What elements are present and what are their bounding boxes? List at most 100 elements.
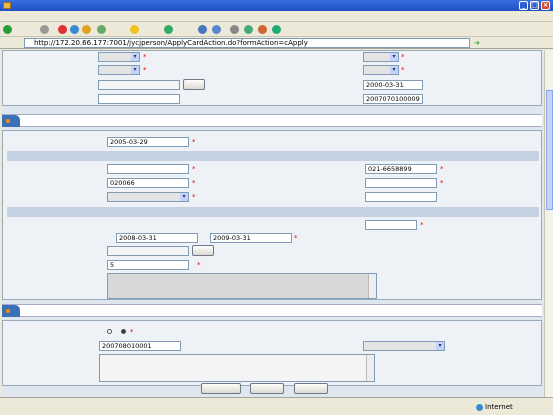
vertical-scrollbar[interactable] [544,50,553,397]
history-button[interactable] [198,24,208,35]
tech-title-field[interactable] [98,80,180,90]
required-mark: * [294,234,298,242]
history-icon [198,24,207,34]
cert-type-select[interactable] [363,341,445,351]
go-arrow-icon: ➔ [474,39,480,47]
hire-from-field[interactable]: 2008-03-31 [116,233,198,243]
go-button[interactable]: ➔ [474,39,480,47]
talent-yes-radio[interactable] [107,329,112,334]
mail-button[interactable] [212,24,222,35]
ie-icon [3,2,11,9]
choose-title-button[interactable] [183,79,205,90]
original-unit-band [7,151,539,161]
address-input[interactable]: http://172.20.66.177:7001/jycjperson/App… [24,38,470,48]
print-icon [230,24,239,34]
required-mark: * [143,53,147,61]
save-button[interactable] [250,383,284,394]
forward-button[interactable] [40,24,50,35]
maximize-button[interactable]: □ [530,1,539,10]
zone-label: Internet [485,403,513,411]
original-unit-field[interactable] [107,164,189,174]
expertise-cert-number-field[interactable]: 200708010001 [99,341,181,351]
major-field[interactable] [107,246,189,256]
required-mark: * [420,221,424,229]
required-mark: * [192,193,196,201]
original-post-field[interactable] [365,178,437,188]
print-button[interactable] [230,24,240,35]
minimize-button[interactable]: _ [519,1,528,10]
refresh-button[interactable] [70,24,80,35]
hire-to-field[interactable]: 2009-03-31 [210,233,292,243]
years-in-major-field[interactable]: 5 [107,260,189,270]
window-titlebar: _ □ × [0,0,553,11]
foreign-language-2-select[interactable] [98,65,140,75]
required-mark: * [440,179,444,187]
work-start-date-field[interactable]: 2005-03-29 [107,137,189,147]
proficiency-1-select[interactable] [363,52,399,62]
work-unit-section-header [2,114,542,127]
refresh-icon [70,24,79,34]
toolbar [0,22,553,37]
expertise-section-header [2,304,542,317]
search-icon [97,24,106,34]
hiring-unit-band [7,207,539,217]
forward-arrow-icon [40,24,49,34]
required-mark: * [197,261,201,269]
media-button[interactable] [164,24,174,35]
original-area-select[interactable] [107,192,189,202]
scrollbar-thumb[interactable] [546,90,553,210]
cert-org-field[interactable] [98,94,180,104]
foreign-language-1-select[interactable] [98,52,140,62]
required-mark: * [401,66,405,74]
current-post-field[interactable] [365,220,417,230]
required-mark: * [440,165,444,173]
issue-date-field[interactable]: 2000-03-31 [363,80,423,90]
required-mark: * [192,179,196,187]
edit-button[interactable] [244,24,254,35]
required-mark: * [143,66,147,74]
mail-icon [212,24,221,34]
messenger-icon [272,24,281,34]
globe-icon [476,403,483,411]
original-address-field[interactable] [365,192,437,202]
expertise-form: * 200708010001 [2,320,542,386]
required-mark: * [192,165,196,173]
stop-button[interactable] [58,24,68,35]
required-mark: * [130,328,134,336]
postcode-field[interactable]: 020066 [107,178,189,188]
phone-field[interactable]: 021-6658899 [365,164,437,174]
address-bar: http://172.20.66.177:7001/jycjperson/App… [0,37,553,49]
menu-bar [0,11,553,22]
back-button-form[interactable] [294,383,328,394]
favorites-button[interactable] [130,24,140,35]
work-unit-section-title [2,115,20,127]
messenger-button[interactable] [272,24,282,35]
required-mark: * [192,138,196,146]
cert-number-field[interactable]: 2007070100009 [363,94,423,104]
stop-icon [58,24,67,34]
language-skills-form: * * * * 2000-03-31 2007070100009 [2,50,542,106]
upload-photo-button[interactable] [201,383,241,394]
expertise-section-title [2,305,20,317]
proficiency-2-select[interactable] [363,65,399,75]
security-zone: Internet [476,403,513,411]
home-icon [82,24,91,34]
back-arrow-icon [3,24,12,34]
media-icon [164,24,173,34]
back-button[interactable] [3,24,13,35]
home-button[interactable] [82,24,92,35]
search-button[interactable] [97,24,107,35]
talent-no-radio[interactable] [121,329,126,334]
work-unit-form: 2005-03-29 * * 021-6658899 * 020066 * * … [2,130,542,300]
edit-icon [244,24,253,34]
choose-major-button[interactable] [192,245,214,256]
discuss-icon [258,24,267,34]
star-icon [130,24,139,34]
specialty-textarea[interactable] [99,354,375,382]
close-button[interactable]: × [541,1,550,10]
status-bar: Internet [0,397,553,415]
required-mark: * [401,53,405,61]
page-content: * * * * 2000-03-31 2007070100009 2005-03… [2,50,544,397]
discuss-button[interactable] [258,24,268,35]
achievements-textarea[interactable] [107,273,377,299]
